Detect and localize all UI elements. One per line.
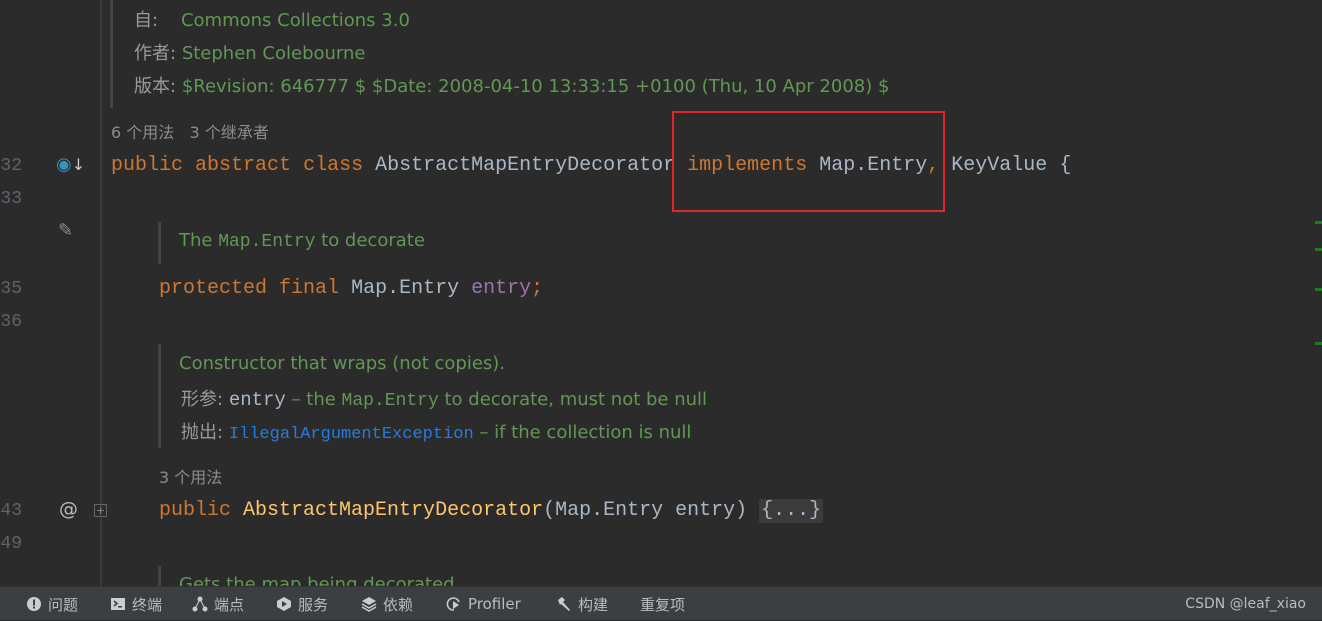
tool-dependencies[interactable]: 依赖: [361, 587, 413, 621]
highlight-box: [672, 111, 945, 212]
folded-body[interactable]: {...}: [759, 499, 824, 523]
ctor-hints[interactable]: 3 个用法: [159, 467, 222, 489]
field-doc: The Map.Entry to decorate: [179, 230, 425, 252]
override-at-icon[interactable]: @: [59, 498, 78, 520]
endpoints-icon: [192, 596, 208, 612]
exclamation-circle-icon: [27, 597, 41, 611]
tool-duplicates[interactable]: 重复项: [640, 587, 685, 621]
gutter-divider: [100, 0, 102, 586]
doc-since: 自: Commons Collections 3.0: [134, 10, 410, 31]
doc-bar: [158, 344, 161, 448]
tool-services[interactable]: 服务: [276, 587, 328, 621]
hammer-icon: [558, 597, 570, 611]
change-marker[interactable]: [1315, 288, 1322, 291]
services-icon: [277, 597, 291, 611]
class-hints[interactable]: 6 个用法 3 个继承者: [111, 122, 269, 144]
line-number: 35: [0, 279, 22, 299]
profiler-icon: [446, 597, 460, 611]
tool-terminal[interactable]: 终端: [110, 587, 162, 621]
constructor-declaration: public AbstractMapEntryDecorator(Map.Ent…: [159, 499, 824, 523]
line-number: 49: [0, 534, 22, 554]
line-number: 32: [0, 156, 22, 176]
layers-icon: [361, 597, 377, 612]
tool-build[interactable]: 构建: [556, 587, 608, 621]
tool-profiler[interactable]: Profiler: [446, 587, 521, 621]
exception-link[interactable]: IllegalArgumentException: [229, 425, 474, 444]
status-bar: 问题 终端 端点 服务 依赖 Profiler 构建 重复项 CSDN @lea…: [0, 586, 1322, 620]
watermark: CSDN @leaf_xiao: [1185, 596, 1306, 612]
ctor-doc-param: 形参: entry – the Map.Entry to decorate, m…: [181, 389, 708, 411]
change-marker[interactable]: [1315, 342, 1322, 345]
ctor-doc-throws: 抛出: IllegalArgumentException – if the co…: [181, 422, 692, 444]
line-number: 43: [0, 501, 22, 521]
tool-problems[interactable]: 问题: [26, 587, 78, 621]
change-marker[interactable]: [1315, 248, 1322, 251]
ctor-doc-summary: Constructor that wraps (not copies).: [179, 353, 506, 374]
doc-author: 作者: Stephen Colebourne: [134, 43, 366, 64]
doc-bar: [110, 0, 113, 108]
doc-version: 版本: $Revision: 646777 $ $Date: 2008-04-1…: [134, 76, 890, 97]
implemented-down-icon[interactable]: ◉↓: [56, 154, 85, 175]
change-marker[interactable]: [1315, 221, 1322, 224]
field-declaration: protected final Map.Entry entry;: [159, 277, 544, 300]
terminal-icon: [111, 598, 125, 610]
edit-pencil-icon[interactable]: ✎: [58, 220, 73, 241]
doc-bar: [158, 566, 161, 586]
line-number: 36: [0, 312, 22, 332]
tool-endpoints[interactable]: 端点: [192, 587, 244, 621]
fold-expand-icon[interactable]: +: [94, 504, 107, 517]
doc-bar: [158, 222, 161, 264]
line-number: 33: [0, 189, 22, 209]
